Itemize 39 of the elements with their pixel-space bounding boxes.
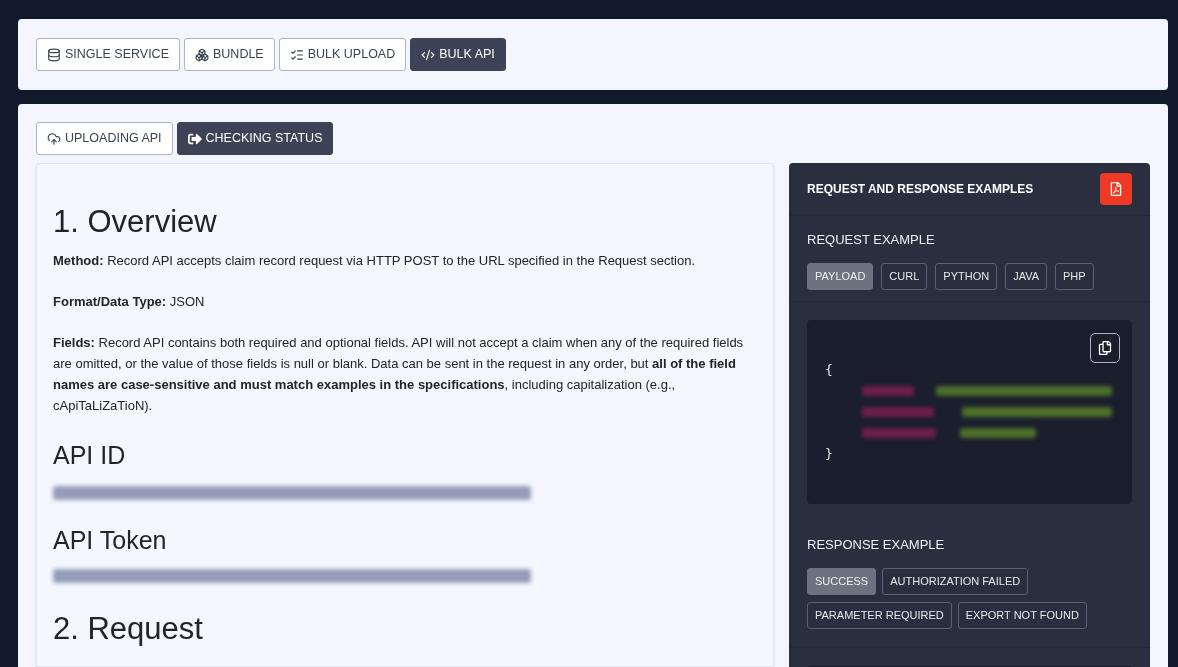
option-button[interactable]: PARAMETER REQUIRED (807, 602, 952, 629)
tab-button[interactable]: SINGLE SERVICE (36, 38, 180, 71)
paragraph: Fields: Record API contains both required and optional fields. API will not accept a claim when any of the required fields are omitted, or the value of those fields is null or blank. Data can be sent in the request in any order, but all of the field names are case-sensitive and must match examples in the specifications, including capitalization (e.g., cApiTaLiZaTioN). (53, 334, 745, 415)
panel-title: REQUEST AND RESPONSE EXAMPLES (807, 181, 1034, 198)
option-button[interactable]: PAYLOAD (807, 263, 874, 290)
pdf-button[interactable] (1100, 173, 1132, 205)
section-heading: 1. Overview (53, 203, 218, 241)
option-button[interactable]: PHP (1055, 263, 1094, 290)
option-button[interactable]: CURL (881, 263, 928, 290)
sign-out-icon (187, 131, 202, 146)
tab-button[interactable]: BULK UPLOAD (278, 38, 407, 71)
cloud-upload-icon (47, 131, 61, 146)
copy-button[interactable] (1090, 333, 1120, 363)
field-heading: API Token (53, 525, 168, 556)
boxes-icon (195, 47, 209, 62)
option-button[interactable]: EXPORT NOT FOUND (957, 602, 1087, 629)
code-icon (421, 47, 436, 62)
paragraph: Method: Record API accepts claim record request via HTTP POST to the URL specified in the Request section. (53, 252, 697, 270)
section-label: RESPONSE EXAMPLE (807, 537, 946, 552)
blurred-key (862, 385, 914, 396)
field-heading: API ID (53, 440, 127, 471)
option-button[interactable]: JAVA (1005, 263, 1048, 290)
paragraph: Format/Data Type: JSON (53, 293, 206, 311)
tab-button[interactable]: BUNDLE (184, 38, 275, 71)
section-heading: 2. Request (53, 610, 204, 648)
tab-button[interactable]: BULK API (410, 38, 506, 71)
option-button[interactable]: PYTHON (935, 263, 998, 290)
copy-icon (1098, 341, 1112, 355)
database-icon (47, 47, 61, 62)
option-button[interactable]: SUCCESS (807, 568, 877, 595)
checklist-icon (289, 47, 304, 62)
pdf-file-icon (1109, 182, 1123, 196)
tab-button[interactable]: CHECKING STATUS (176, 122, 334, 155)
option-button[interactable]: AUTHORIZATION FAILED (882, 568, 1029, 595)
code-brace: } (825, 445, 833, 463)
blurred-key (862, 406, 934, 417)
code-brace: { (825, 361, 833, 379)
section-label: REQUEST EXAMPLE (807, 232, 936, 247)
tab-button[interactable]: UPLOADING API (36, 122, 173, 155)
